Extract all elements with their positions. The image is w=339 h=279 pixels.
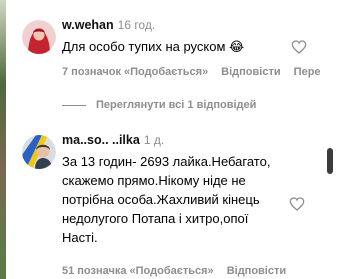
likes-count[interactable]: 7 позначок «Подобається» — [62, 66, 208, 78]
likes-count[interactable]: 51 позначка «Подобається» — [62, 265, 214, 277]
comment-username[interactable]: ma..so.. ..ilka 1 д. — [62, 133, 164, 147]
comment-meta: 51 позначка «Подобається» Відповісти — [62, 265, 296, 277]
divider-line — [62, 104, 86, 106]
comment-time: 1 д. — [143, 133, 165, 147]
heart-icon[interactable] — [289, 196, 305, 212]
comment-username[interactable]: w.wehan 16 год. — [62, 18, 155, 32]
reply-button[interactable]: Відповісти — [221, 66, 280, 78]
comment-text: За 13 годин- 2693 лайка.Небагато, скажем… — [62, 154, 271, 245]
comment-text: Для особо тупих на руском 😂 — [62, 39, 245, 54]
comment-meta: 7 позначок «Подобається» Відповісти Пере — [62, 66, 331, 78]
comment-time: 16 год. — [117, 18, 156, 32]
avatar[interactable] — [22, 20, 56, 54]
background-strip — [0, 0, 6, 279]
heart-icon[interactable] — [291, 39, 307, 55]
view-replies-button[interactable]: Переглянути всі 1 відповідей — [62, 99, 256, 111]
avatar[interactable] — [22, 135, 56, 169]
translate-link[interactable]: Пере — [294, 66, 321, 78]
reply-button[interactable]: Відповісти — [227, 265, 286, 277]
scrollbar-thumb[interactable] — [327, 148, 333, 174]
